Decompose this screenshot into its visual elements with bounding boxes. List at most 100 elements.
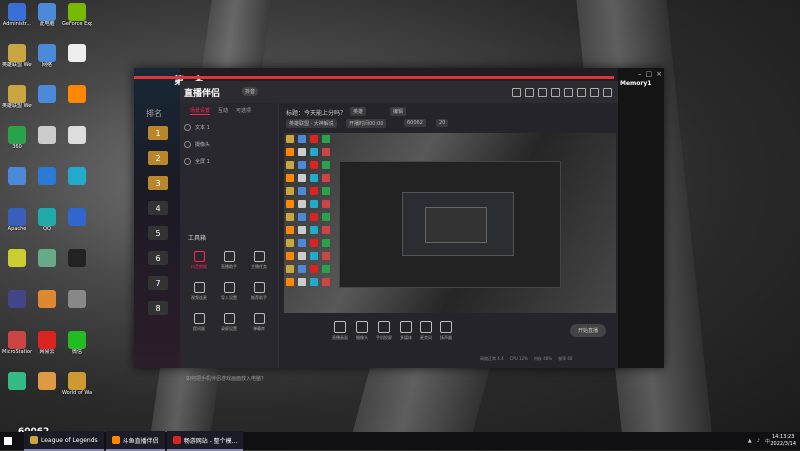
help-tip[interactable]: 如何把手机伴侣游戏画面放入电脑？ — [186, 375, 266, 382]
nested-preview-1 — [339, 161, 561, 288]
start-live-button[interactable]: 开始直播 — [569, 324, 606, 337]
control-button[interactable]: 麦克风 — [420, 321, 432, 351]
volume-icon[interactable]: ♪ — [757, 438, 760, 444]
tool-icon — [253, 282, 265, 293]
restore-icon[interactable]: □ — [646, 70, 653, 78]
desktop-icon[interactable] — [62, 205, 92, 246]
tool-icon — [223, 282, 235, 293]
eye-icon[interactable] — [184, 158, 191, 165]
desktop-icon[interactable]: MicroStation — [2, 328, 32, 369]
desktop-icon[interactable]: 网易云 — [32, 328, 62, 369]
start-button[interactable] — [0, 432, 16, 450]
time-pill: 开播时间00:00 — [346, 119, 387, 128]
desktop-icon-label: 英雄联盟 WeGame版 — [2, 62, 32, 68]
control-button[interactable]: 手机投屏 — [376, 321, 392, 351]
taskbar-app[interactable]: 斗鱼直播伴侣 — [105, 431, 165, 451]
mini-desktop-icon — [322, 226, 330, 234]
tool-item[interactable]: 录屏设置 — [214, 313, 244, 332]
message-icon[interactable] — [525, 88, 534, 97]
desktop-icon[interactable] — [32, 246, 62, 287]
control-button[interactable]: 扬声器 — [440, 321, 452, 351]
close-icon[interactable] — [603, 88, 612, 97]
mini-desktop-icon — [298, 187, 306, 195]
eye-icon[interactable] — [184, 141, 191, 148]
game-pill[interactable]: 英雄联盟 · 大神解说 — [286, 119, 337, 128]
mini-desktop-icon — [286, 174, 294, 182]
tool-item[interactable]: 弹幕库 — [244, 313, 274, 332]
desktop-icon[interactable] — [2, 164, 32, 205]
taskbar-app[interactable]: League of Legends — [24, 431, 104, 451]
desktop-icon[interactable] — [32, 123, 62, 164]
scene-item[interactable]: 全屏 1 — [180, 153, 278, 170]
desktop-icon[interactable]: Apache — [2, 205, 32, 246]
desktop-icon[interactable] — [62, 246, 92, 287]
tab-2[interactable]: 可选项 — [236, 107, 251, 115]
tool-item[interactable]: 导入设置 — [214, 282, 244, 301]
control-icon — [356, 321, 368, 333]
mini-desktop-icon — [298, 265, 306, 273]
desktop-icon[interactable] — [32, 164, 62, 205]
desktop-icon[interactable] — [2, 369, 32, 410]
stream-title[interactable]: 标题：今天能上分吗？ — [286, 108, 346, 117]
desktop-icon[interactable] — [62, 82, 92, 123]
category-pill[interactable]: 英雄 — [350, 107, 367, 116]
control-icon — [334, 321, 346, 333]
desktop-icon[interactable]: 英雄联盟 WeGame版 — [2, 41, 32, 82]
control-label: 手机投屏 — [376, 335, 392, 340]
minimize-icon[interactable] — [577, 88, 586, 97]
desktop-icon[interactable]: 网络 — [32, 41, 62, 82]
desktop-icon[interactable] — [62, 41, 92, 82]
close-icon[interactable]: × — [656, 70, 662, 78]
eye-icon[interactable] — [184, 124, 191, 131]
desktop-icon[interactable]: GeForce Experience — [62, 0, 92, 41]
preview-desktop-icons — [284, 133, 334, 313]
skin-icon[interactable] — [551, 88, 560, 97]
desktop-icon[interactable] — [62, 164, 92, 205]
desktop-icon[interactable]: 微信 — [62, 328, 92, 369]
desktop-icon[interactable]: 此电脑 — [32, 0, 62, 41]
desktop-icon[interactable]: World of Warcraft — [62, 369, 92, 410]
desktop-icon[interactable] — [32, 369, 62, 410]
desktop-icon[interactable]: 360 — [2, 123, 32, 164]
tab-1[interactable]: 互动 — [218, 107, 228, 115]
avatar-icon[interactable] — [512, 88, 521, 97]
nested-preview-2 — [402, 192, 514, 256]
taskbar-app-label: 斗鱼直播伴侣 — [122, 437, 159, 445]
network-icon[interactable]: ▲ — [748, 438, 752, 444]
desktop-icon[interactable] — [62, 123, 92, 164]
tab-0[interactable]: 场景设置 — [190, 107, 211, 115]
clock[interactable]: 14:13:23 2022/3/14 — [770, 434, 796, 448]
control-button[interactable]: 摄像头 — [356, 321, 368, 351]
app-icon — [38, 3, 56, 21]
desktop-icon[interactable]: Administr... — [2, 0, 32, 41]
desktop-icon[interactable]: QQ — [32, 205, 62, 246]
taskbar-app[interactable]: 畅游网站 - 整个模... — [166, 431, 244, 451]
tool-item[interactable]: 主播任务 — [244, 251, 274, 270]
control-button[interactable]: 多媒体 — [400, 321, 412, 351]
minimize-icon[interactable]: – — [638, 70, 642, 78]
control-button[interactable]: 直播画面 — [332, 321, 348, 351]
maximize-icon[interactable] — [590, 88, 599, 97]
desktop-icon-label: 网易云 — [39, 349, 55, 355]
desktop-icon[interactable] — [2, 246, 32, 287]
scene-item[interactable]: 摄像头 — [180, 136, 278, 153]
ime-icon[interactable]: 中 — [765, 438, 770, 445]
settings-icon[interactable] — [538, 88, 547, 97]
app-logo: 直播伴侣 — [184, 89, 221, 99]
tool-item[interactable]: 推荐助手 — [244, 282, 274, 301]
tool-item[interactable]: 抖音数据 — [184, 251, 214, 270]
tool-item[interactable]: 直播助手 — [214, 251, 244, 270]
desktop-icon[interactable]: 英雄联盟 WeGame版 — [2, 82, 32, 123]
desktop-icon[interactable] — [32, 287, 62, 328]
scene-item[interactable]: 文本 1 — [180, 119, 278, 136]
desktop-icon[interactable] — [62, 287, 92, 328]
mini-desktop-icon — [298, 174, 306, 182]
app-icon — [68, 372, 86, 390]
stream-preview[interactable] — [284, 133, 616, 313]
desktop-icon[interactable] — [2, 287, 32, 328]
desktop-icon[interactable] — [32, 82, 62, 123]
tool-item[interactable]: 提词器 — [184, 313, 214, 332]
edit-pill[interactable]: 编辑 — [390, 107, 407, 116]
tool-item[interactable]: 视频连麦 — [184, 282, 214, 301]
menu-icon[interactable] — [564, 88, 573, 97]
